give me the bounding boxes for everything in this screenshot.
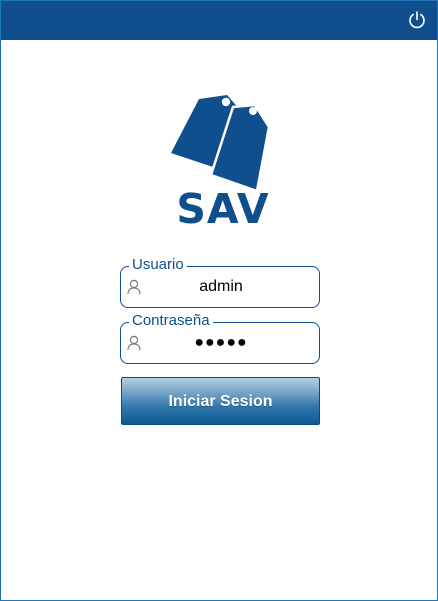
price-tags-icon bbox=[171, 95, 271, 193]
login-window: SAV Usuario Contraseña Iniciar Sesion bbox=[0, 0, 438, 601]
password-input[interactable] bbox=[149, 331, 293, 355]
password-label: Contraseña bbox=[129, 312, 213, 330]
login-button[interactable]: Iniciar Sesion bbox=[121, 377, 320, 425]
username-field[interactable]: Usuario bbox=[120, 256, 320, 308]
power-icon bbox=[409, 11, 425, 29]
power-button[interactable] bbox=[407, 10, 427, 30]
title-bar bbox=[1, 1, 437, 40]
user-icon bbox=[127, 279, 141, 295]
user-icon bbox=[127, 335, 141, 351]
app-logo: SAV bbox=[171, 93, 275, 233]
username-input[interactable] bbox=[149, 275, 293, 299]
logo-text: SAV bbox=[176, 185, 270, 233]
username-label: Usuario bbox=[129, 256, 187, 274]
password-field[interactable]: Contraseña bbox=[120, 312, 320, 364]
